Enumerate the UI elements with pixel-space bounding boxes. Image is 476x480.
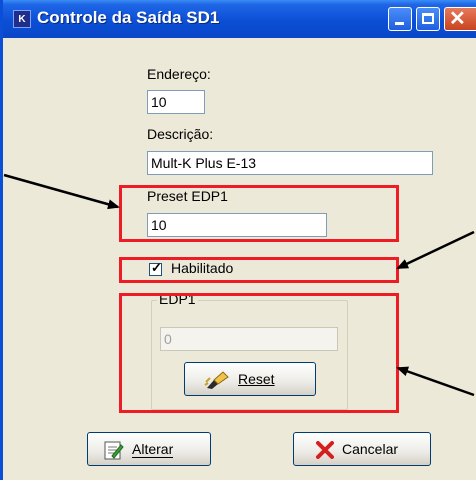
arrow-to-edp1-group <box>396 366 475 397</box>
arrow-to-habilitado <box>396 230 475 270</box>
arrow-to-preset <box>3 173 120 210</box>
annotation-arrows <box>3 173 475 397</box>
